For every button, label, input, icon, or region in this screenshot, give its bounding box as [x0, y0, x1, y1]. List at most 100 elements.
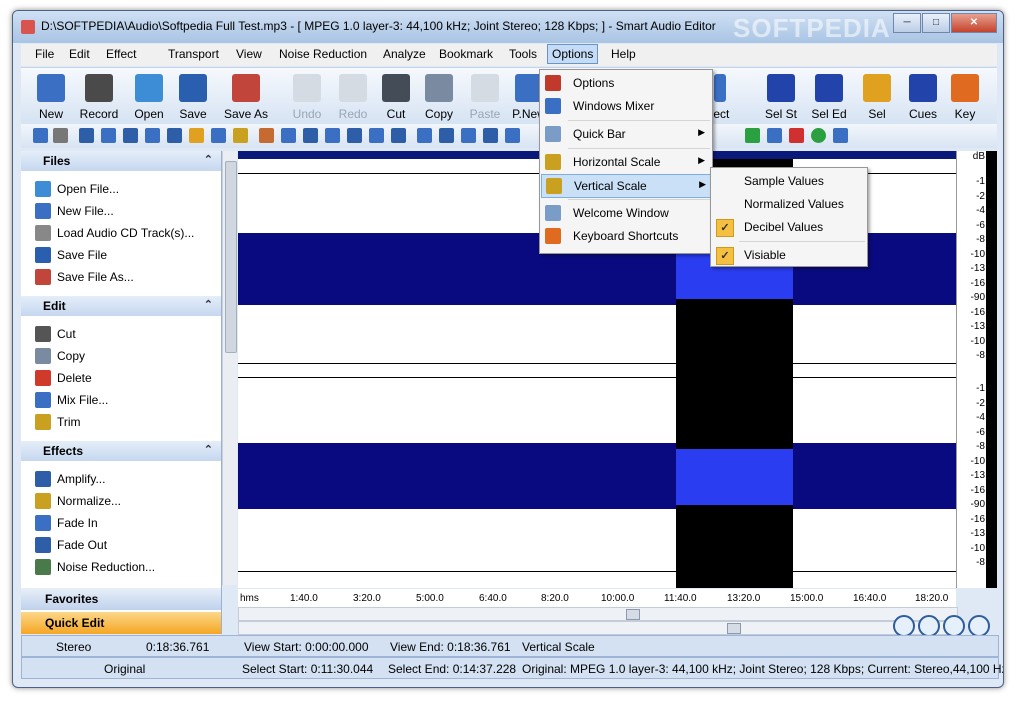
effect-icon[interactable]: [281, 128, 296, 143]
normalize-item[interactable]: Normalize...: [35, 493, 121, 513]
menu-edit[interactable]: Edit: [69, 47, 90, 61]
menu-item-vertical-scale[interactable]: Vertical Scale ▶: [541, 174, 713, 198]
fade-out-item[interactable]: Fade Out: [35, 537, 107, 557]
menu-item-keyboard-shortcuts[interactable]: Keyboard Shortcuts: [541, 225, 711, 247]
effect-icon[interactable]: [167, 128, 182, 143]
collapse-icon[interactable]: ⌃: [204, 298, 213, 311]
zoom-in-icon[interactable]: [893, 615, 915, 637]
people-icon[interactable]: [259, 128, 274, 143]
selection-end-button[interactable]: Sel Ed: [807, 74, 851, 121]
menu-analyze[interactable]: Analyze: [383, 47, 426, 61]
cut-button[interactable]: Cut: [374, 74, 418, 121]
effect-icon[interactable]: [461, 128, 476, 143]
maximize-button[interactable]: □: [922, 13, 950, 33]
cut-item[interactable]: Cut: [35, 326, 76, 346]
redo-button[interactable]: Redo: [331, 74, 375, 121]
menu-item-welcome-window[interactable]: Welcome Window: [541, 202, 711, 224]
menu-view[interactable]: View: [236, 47, 262, 61]
copy-item[interactable]: Copy: [35, 348, 85, 368]
trim-item[interactable]: Trim: [35, 414, 81, 434]
menu-effect[interactable]: Effect: [106, 47, 136, 61]
load-cd-item[interactable]: Load Audio CD Track(s)...: [35, 225, 194, 245]
selection-button[interactable]: Sel: [855, 74, 899, 121]
effect-icon[interactable]: [505, 128, 520, 143]
cues-button[interactable]: Cues: [901, 74, 945, 121]
zoom-selection-icon[interactable]: [943, 615, 965, 637]
minimize-button[interactable]: ─: [893, 13, 921, 33]
effect-icon[interactable]: [211, 128, 226, 143]
effect-icon[interactable]: [417, 128, 432, 143]
menu-item-options[interactable]: Options: [541, 72, 711, 94]
noise-reduction-item[interactable]: Noise Reduction...: [35, 559, 155, 579]
effects-section-header[interactable]: Effects ⌃: [21, 441, 221, 461]
menu-file[interactable]: File: [35, 47, 54, 61]
effect-icon[interactable]: [233, 128, 248, 143]
effect-icon[interactable]: [483, 128, 498, 143]
copy-button[interactable]: Copy: [417, 74, 461, 121]
submenu-item-sample-values[interactable]: Sample Values: [712, 170, 866, 192]
collapse-icon[interactable]: ⌃: [204, 443, 213, 456]
menu-options[interactable]: Options: [547, 44, 599, 64]
zoom-fit-icon[interactable]: [968, 615, 990, 637]
menu-bookmark[interactable]: Bookmark: [439, 47, 493, 61]
effect-icon[interactable]: [189, 128, 204, 143]
scrollbar-thumb[interactable]: [626, 609, 640, 620]
scrollbar-thumb[interactable]: [727, 623, 741, 634]
view-scrollbar[interactable]: [238, 607, 958, 621]
undo-button[interactable]: Undo: [285, 74, 329, 121]
stop-icon[interactable]: [789, 128, 804, 143]
open-file-item[interactable]: Open File...: [35, 181, 119, 201]
favorites-button[interactable]: Favorites: [21, 588, 221, 610]
clock-icon[interactable]: [33, 128, 48, 143]
effect-icon[interactable]: [123, 128, 138, 143]
submenu-item-normalized-values[interactable]: Normalized Values: [712, 193, 866, 215]
speaker-icon[interactable]: [53, 128, 68, 143]
pause-icon[interactable]: [767, 128, 782, 143]
save-file-as-item[interactable]: Save File As...: [35, 269, 134, 289]
menu-tools[interactable]: Tools: [509, 47, 537, 61]
play-loop-icon[interactable]: [811, 128, 826, 143]
zoom-scrollbar[interactable]: [238, 621, 958, 635]
close-button[interactable]: ✕: [951, 13, 997, 33]
effect-icon[interactable]: [325, 128, 340, 143]
menu-transport[interactable]: Transport: [168, 47, 219, 61]
save-button[interactable]: Save: [171, 74, 215, 121]
repeat-icon[interactable]: [833, 128, 848, 143]
zoom-out-icon[interactable]: [918, 615, 940, 637]
record-button[interactable]: Record: [77, 74, 121, 121]
mix-file-item[interactable]: Mix File...: [35, 392, 108, 412]
effect-icon[interactable]: [369, 128, 384, 143]
play-icon[interactable]: [745, 128, 760, 143]
open-button[interactable]: Open: [127, 74, 171, 121]
effect-icon[interactable]: [439, 128, 454, 143]
submenu-item-decibel-values[interactable]: ✓ Decibel Values: [712, 216, 866, 238]
effect-icon[interactable]: [303, 128, 318, 143]
selection-start-button[interactable]: Sel St: [759, 74, 803, 121]
menu-help[interactable]: Help: [611, 47, 636, 61]
files-section-header[interactable]: Files ⌃: [21, 151, 221, 171]
menu-item-windows-mixer[interactable]: Windows Mixer: [541, 95, 711, 117]
paste-button[interactable]: Paste: [463, 74, 507, 121]
save-as-button[interactable]: Save As: [221, 74, 271, 121]
title-bar[interactable]: D:\SOFTPEDIA\Audio\Softpedia Full Test.m…: [13, 11, 1003, 43]
menu-noise-reduction[interactable]: Noise Reduction: [279, 47, 367, 61]
collapse-icon[interactable]: ⌃: [204, 153, 213, 166]
effect-icon[interactable]: [101, 128, 116, 143]
new-button[interactable]: New: [29, 74, 73, 121]
effect-icon[interactable]: [79, 128, 94, 143]
effect-icon[interactable]: [391, 128, 406, 143]
save-file-item[interactable]: Save File: [35, 247, 107, 267]
menu-item-horizontal-scale[interactable]: Horizontal Scale ▶: [541, 151, 711, 173]
delete-item[interactable]: Delete: [35, 370, 92, 390]
quick-edit-button[interactable]: Quick Edit: [21, 612, 221, 634]
panel-scrollbar[interactable]: [222, 151, 237, 585]
key-button[interactable]: Key: [943, 74, 987, 121]
effect-icon[interactable]: [347, 128, 362, 143]
effect-icon[interactable]: [145, 128, 160, 143]
fade-in-item[interactable]: Fade In: [35, 515, 98, 535]
amplify-item[interactable]: Amplify...: [35, 471, 105, 491]
submenu-item-visible[interactable]: ✓ Visiable: [712, 244, 866, 266]
new-file-item[interactable]: New File...: [35, 203, 114, 223]
edit-section-header[interactable]: Edit ⌃: [21, 296, 221, 316]
menu-item-quick-bar[interactable]: Quick Bar ▶: [541, 123, 711, 145]
